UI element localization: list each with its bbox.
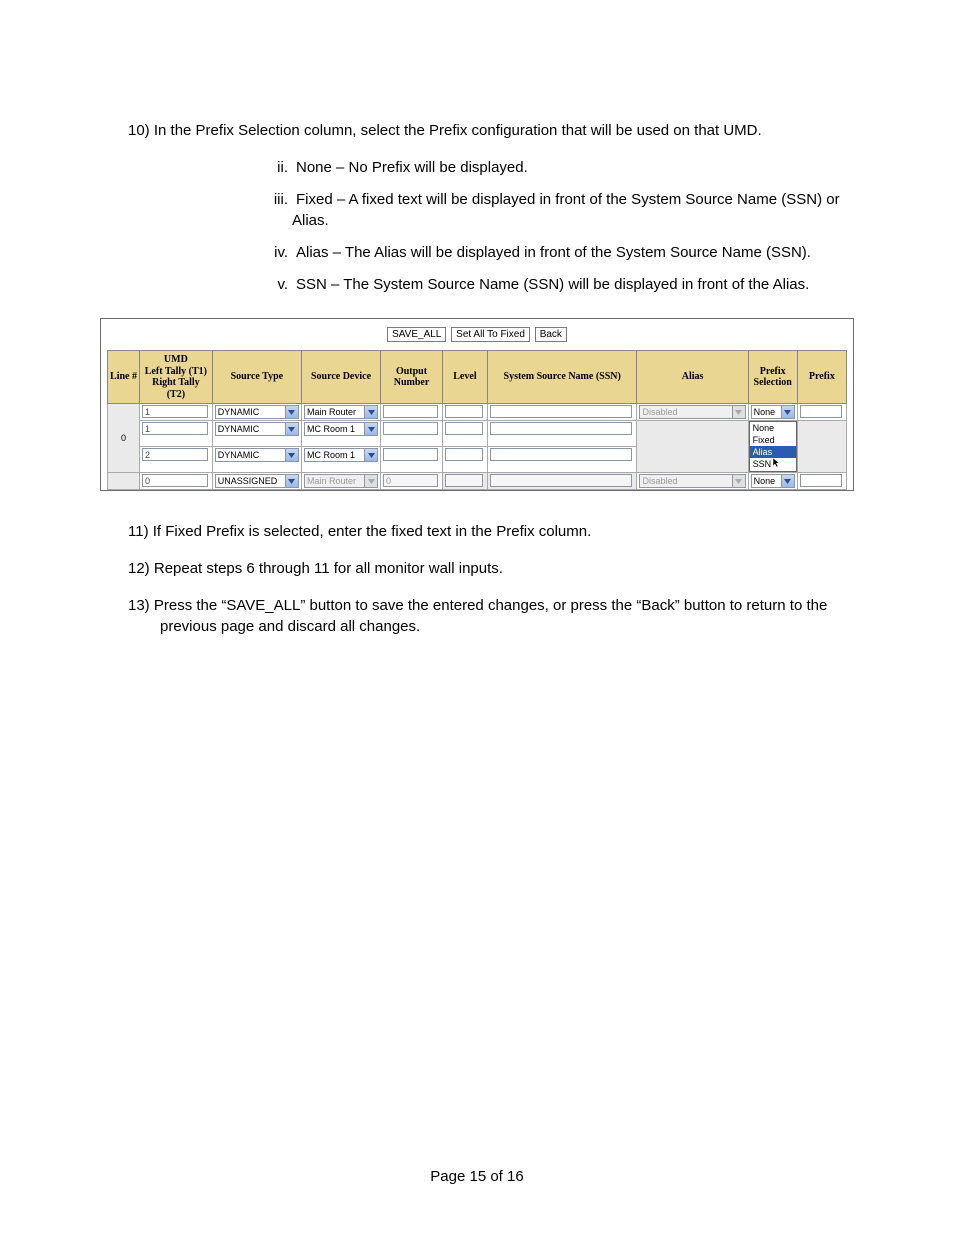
step-10-text: In the Prefix Selection column, select t… bbox=[154, 122, 762, 139]
text-field[interactable] bbox=[445, 448, 483, 461]
line-cell bbox=[108, 473, 140, 490]
page-footer: Page 15 of 16 bbox=[0, 1168, 954, 1185]
text-field bbox=[490, 474, 633, 487]
select-field[interactable]: MC Room 1 bbox=[304, 422, 378, 436]
config-table: Line # UMD Left Tally (T1) Right Tally (… bbox=[107, 350, 847, 490]
chevron-down-icon bbox=[285, 475, 298, 487]
col-umd: UMD Left Tally (T1) Right Tally (T2) bbox=[140, 351, 213, 404]
col-prefix-selection: Prefix Selection bbox=[748, 351, 797, 404]
text-field[interactable] bbox=[383, 448, 438, 461]
text-field[interactable]: 1 bbox=[142, 405, 208, 418]
chevron-down-icon bbox=[364, 475, 377, 487]
list-item: iii.Fixed – A fixed text will be display… bbox=[260, 189, 854, 233]
list-item: ii.None – No Prefix will be displayed. bbox=[260, 157, 854, 179]
dropdown-option[interactable]: Alias bbox=[750, 446, 796, 458]
col-prefix: Prefix bbox=[797, 351, 846, 404]
col-output-number: Output Number bbox=[381, 351, 443, 404]
list-item: v.SSN – The System Source Name (SSN) wil… bbox=[260, 274, 854, 296]
text-field[interactable] bbox=[445, 405, 483, 418]
step-10-num: 10) bbox=[128, 122, 150, 139]
table-row: 01DYNAMICMain RouterDisabledNone bbox=[108, 404, 847, 421]
prefix-selection-dropdown[interactable]: NoneFixedAliasSSN bbox=[749, 421, 797, 472]
text-field[interactable] bbox=[800, 474, 842, 487]
chevron-down-icon bbox=[285, 449, 298, 461]
dropdown-option[interactable]: SSN bbox=[750, 458, 796, 471]
col-alias: Alias bbox=[637, 351, 748, 404]
chevron-down-icon bbox=[285, 423, 298, 435]
list-item: iv.Alias – The Alias will be displayed i… bbox=[260, 242, 854, 264]
text-field[interactable] bbox=[445, 422, 483, 435]
text-field[interactable] bbox=[383, 405, 438, 418]
step-13-num: 13) bbox=[128, 597, 150, 614]
step-12-num: 12) bbox=[128, 560, 150, 577]
select-field[interactable]: None bbox=[751, 405, 795, 419]
select-field[interactable]: DYNAMIC bbox=[215, 405, 299, 419]
table-row: 0 UNASSIGNED Main Router 0 Disabled None bbox=[108, 473, 847, 490]
col-line: Line # bbox=[108, 351, 140, 404]
chevron-down-icon bbox=[732, 406, 745, 418]
step-11-num: 11) bbox=[128, 523, 149, 540]
table-row: 1DYNAMICMC Room 1NoneFixedAliasSSN bbox=[108, 421, 847, 447]
config-table-figure: SAVE_ALL Set All To Fixed Back Line # UM… bbox=[100, 318, 854, 492]
text-field bbox=[445, 474, 483, 487]
text-field[interactable] bbox=[800, 405, 842, 418]
dropdown-option[interactable]: Fixed bbox=[750, 434, 796, 446]
chevron-down-icon bbox=[364, 423, 377, 435]
step-11: 11) If Fixed Prefix is selected, enter t… bbox=[160, 521, 854, 543]
text-field[interactable] bbox=[490, 448, 633, 461]
chevron-down-icon bbox=[781, 475, 794, 487]
set-all-fixed-button[interactable]: Set All To Fixed bbox=[451, 327, 530, 342]
select-field[interactable]: Main Router bbox=[304, 405, 378, 419]
text-field[interactable] bbox=[490, 405, 633, 418]
select-field[interactable]: None bbox=[751, 474, 795, 488]
text-field[interactable] bbox=[490, 422, 633, 435]
select-field[interactable]: DYNAMIC bbox=[215, 422, 299, 436]
select-field[interactable]: UNASSIGNED bbox=[215, 474, 299, 488]
back-button[interactable]: Back bbox=[535, 327, 567, 342]
text-field: 0 bbox=[383, 474, 438, 487]
chevron-down-icon bbox=[364, 449, 377, 461]
col-ssn: System Source Name (SSN) bbox=[487, 351, 637, 404]
select-field[interactable]: MC Room 1 bbox=[304, 448, 378, 462]
step-11-text: If Fixed Prefix is selected, enter the f… bbox=[153, 523, 592, 540]
text-field[interactable]: 0 bbox=[142, 474, 208, 487]
text-field[interactable]: 2 bbox=[142, 448, 208, 461]
step-12: 12) Repeat steps 6 through 11 for all mo… bbox=[160, 558, 854, 580]
step-13: 13) Press the “SAVE_ALL” button to save … bbox=[160, 595, 854, 639]
col-source-type: Source Type bbox=[212, 351, 301, 404]
chevron-down-icon bbox=[732, 475, 745, 487]
col-source-device: Source Device bbox=[301, 351, 380, 404]
chevron-down-icon bbox=[285, 406, 298, 418]
chevron-down-icon bbox=[364, 406, 377, 418]
text-field[interactable] bbox=[383, 422, 438, 435]
select-field: Disabled bbox=[639, 474, 745, 488]
step-10: 10) In the Prefix Selection column, sele… bbox=[160, 120, 854, 142]
select-field[interactable]: DYNAMIC bbox=[215, 448, 299, 462]
text-field[interactable]: 1 bbox=[142, 422, 208, 435]
select-field: Main Router bbox=[304, 474, 378, 488]
col-level: Level bbox=[443, 351, 488, 404]
prefix-options-list: ii.None – No Prefix will be displayed. i… bbox=[260, 157, 854, 296]
step-12-text: Repeat steps 6 through 11 for all monito… bbox=[154, 560, 503, 577]
select-field: Disabled bbox=[639, 405, 745, 419]
dropdown-option[interactable]: None bbox=[750, 422, 796, 434]
chevron-down-icon bbox=[781, 406, 794, 418]
save-all-button[interactable]: SAVE_ALL bbox=[387, 327, 446, 342]
step-13-text: Press the “SAVE_ALL” button to save the … bbox=[154, 597, 827, 636]
cursor-icon bbox=[773, 458, 781, 471]
line-cell: 0 bbox=[108, 404, 140, 473]
